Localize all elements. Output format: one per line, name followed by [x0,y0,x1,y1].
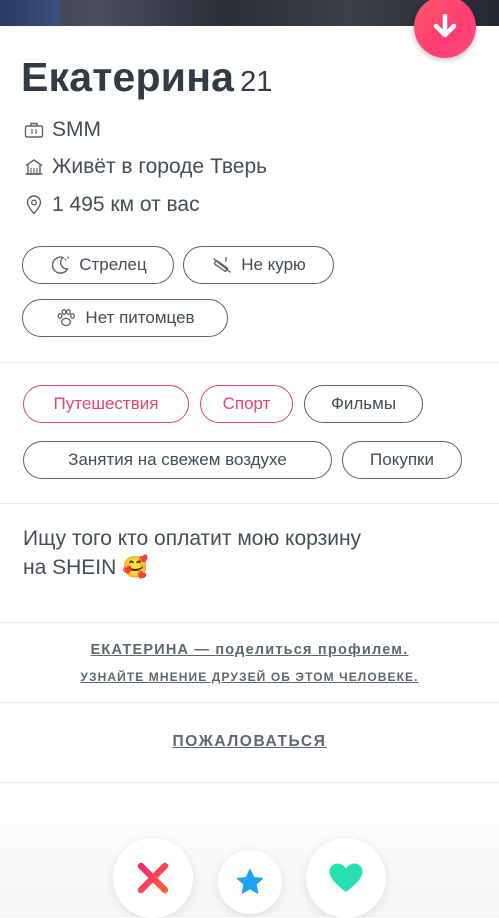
city-text: Живёт в городе Тверь [52,155,268,178]
job-row: SMM [23,118,101,142]
interest-pill-shopping: Покупки [342,441,462,479]
nope-button[interactable] [113,838,193,918]
distance-row: 1 495 км от вас [23,193,200,217]
section-divider [0,503,499,504]
basics-pill-smoking: Не курю [183,246,334,284]
section-divider [0,622,499,623]
no-smoking-icon [211,254,233,276]
arrow-down-icon [433,14,457,38]
section-divider [0,702,499,703]
basics-pill-pets: Нет питомцев [22,299,228,337]
basics-label: Стрелец [79,255,147,274]
city-row: Живёт в городе Тверь [23,155,267,179]
profile-name: Екатерина [21,54,235,100]
zodiac-moon-icon [49,254,71,276]
interest-pill-movies: Фильмы [304,385,423,423]
heart-icon [329,863,363,892]
report-profile-link[interactable]: ПОЖАЛОВАТЬСЯ [0,733,499,751]
close-icon [137,862,169,894]
share-profile-link[interactable]: ЕКАТЕРИНА — поделиться профилем. [0,642,499,658]
interest-label: Спорт [222,394,271,413]
job-text: SMM [52,118,101,141]
paw-icon [55,307,77,329]
interest-pill-travel: Путешествия [23,385,189,423]
interest-label: Путешествия [53,394,159,413]
profile-bio: Ищу того кто оплатит мою корзину на SHEI… [23,524,463,582]
collapse-profile-button[interactable] [414,0,476,58]
interest-label: Занятия на свежем воздухе [68,450,287,469]
like-button[interactable] [306,838,386,918]
profile-header: Екатерина 21 [21,54,272,101]
share-profile-subtitle[interactable]: УЗНАЙТЕ МНЕНИЕ ДРУЗЕЙ ОБ ЭТОМ ЧЕЛОВЕКЕ. [0,670,499,684]
star-icon [237,869,263,894]
distance-text: 1 495 км от вас [52,193,200,216]
house-icon [23,156,45,178]
interest-label: Покупки [370,450,434,469]
location-pin-icon [23,194,45,216]
section-divider [0,782,499,783]
interest-pill-sport: Спорт [200,385,293,423]
interest-pill-outdoors: Занятия на свежем воздухе [23,441,332,479]
basics-label: Нет питомцев [85,308,195,327]
bio-line: на SHEIN 🥰 [23,556,149,579]
basics-pill-zodiac: Стрелец [22,246,174,284]
bio-line: Ищу того кто оплатит мою корзину [23,527,362,550]
profile-age: 21 [240,66,273,98]
interest-label: Фильмы [330,394,397,413]
super-like-button[interactable] [218,850,282,914]
section-divider [0,362,499,363]
basics-label: Не курю [241,255,306,274]
briefcase-icon [23,119,45,141]
